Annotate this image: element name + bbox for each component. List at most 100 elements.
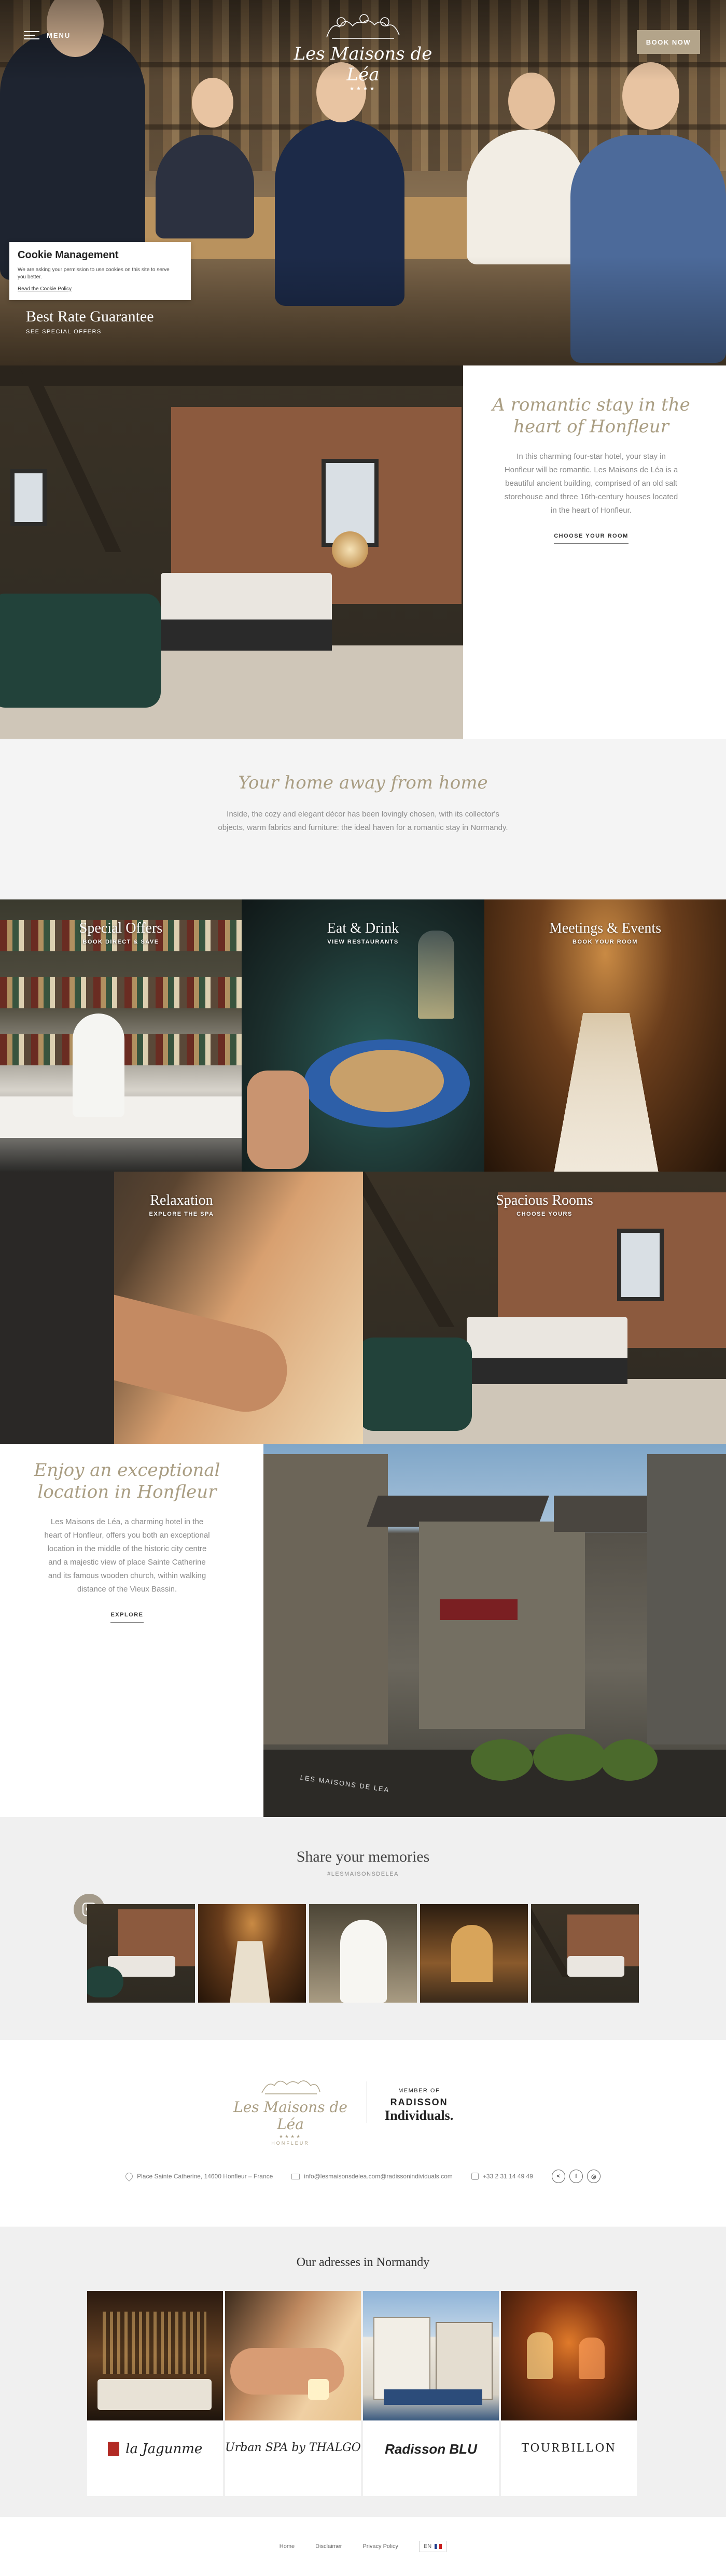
brand-logo: Urban SPA by THALGO — [225, 2441, 361, 2454]
tile-subtitle: CHOOSE YOURS — [516, 1211, 573, 1217]
address-text: Place Sainte Catherine, 14600 Honfleur –… — [137, 2173, 273, 2180]
hand — [247, 1071, 309, 1169]
card-brand: la Jagunme — [125, 2441, 203, 2457]
honfleur-paragraph: Les Maisons de Léa, a charming hotel in … — [44, 1517, 210, 1594]
tile-subtitle: VIEW RESTAURANTS — [327, 939, 399, 945]
cookie-text: We are asking your permission to use coo… — [18, 267, 170, 280]
cookie-banner: Cookie Management We are asking your per… — [9, 242, 191, 300]
card-brand: Urban SPA by THALGO — [225, 2441, 361, 2454]
logo-illustration-icon — [280, 11, 446, 43]
instagram-icon[interactable]: ◎ — [587, 2170, 601, 2183]
location-pin-icon — [124, 2171, 135, 2181]
roof — [554, 1496, 647, 1532]
footer-logo-stars: ★★★★ — [278, 2134, 302, 2139]
footer-home-link[interactable]: Home — [280, 2543, 295, 2550]
honfleur-text: Enjoy an exceptional location in Honfleu… — [31, 1459, 223, 1623]
footer-disclaimer-link[interactable]: Disclaimer — [315, 2543, 342, 2550]
tile-meetings-events[interactable]: Meetings & Events BOOK YOUR ROOM — [484, 899, 726, 1172]
romantic-paragraph: In this charming four-star hotel, your s… — [504, 452, 678, 515]
table — [97, 2379, 212, 2410]
tile-special-offers[interactable]: Special Offers BOOK DIRECT & SAVE — [0, 899, 242, 1172]
la-jagunme-emblem-icon — [107, 2442, 119, 2456]
bedroom-photo — [0, 365, 463, 739]
half-timbered-house — [436, 2322, 493, 2400]
explore-link[interactable]: EXPLORE — [110, 1612, 144, 1623]
banquet-table — [544, 1013, 668, 1172]
instagram-thumbnail[interactable] — [309, 1904, 417, 2003]
hamburger-icon — [24, 31, 39, 39]
tile-title: Eat & Drink — [327, 920, 399, 936]
church-tower — [647, 1454, 726, 1744]
footer-logo-name: Les Maisons de Léa — [233, 2099, 347, 2133]
footer-logo-sub: HONFLEUR — [271, 2141, 310, 2146]
instagram-thumbnail[interactable] — [420, 1904, 528, 2003]
tile-subtitle: BOOK DIRECT & SAVE — [82, 939, 159, 945]
hero-title: Best Rate Guarantee — [26, 308, 154, 325]
logo-illustration-icon — [261, 2080, 320, 2094]
stone-house — [263, 1454, 388, 1744]
address-card[interactable]: la Jagunme — [87, 2291, 223, 2496]
phone-text: +33 2 31 14 49 49 — [482, 2173, 533, 2180]
book-now-button[interactable]: BOOK NOW — [637, 30, 700, 54]
footer-privacy-link[interactable]: Privacy Policy — [362, 2543, 398, 2550]
tile-label: Eat & Drink VIEW RESTAURANTS — [242, 920, 484, 945]
footer-logo[interactable]: Les Maisons de Léa ★★★★ HONFLEUR — [228, 2075, 353, 2146]
address-item[interactable]: Place Sainte Catherine, 14600 Honfleur –… — [124, 2171, 273, 2181]
cookie-policy-link[interactable]: Read the Cookie Policy — [18, 286, 183, 292]
home-paragraph: Inside, the cozy and elegant décor has b… — [218, 810, 508, 832]
brand-section: Les Maisons de Léa ★★★★ HONFLEUR MEMBER … — [0, 2040, 726, 2227]
tile-subtitle: EXPLORE THE SPA — [149, 1211, 214, 1217]
books-row — [0, 977, 242, 1008]
arched-window — [451, 1925, 493, 1982]
tile-label: Meetings & Events BOOK YOUR ROOM — [484, 920, 726, 945]
sofa — [87, 1966, 123, 1997]
share-heading: Share your memories — [296, 1848, 430, 1865]
tile-title: Relaxation — [150, 1192, 213, 1208]
person-in-robe — [340, 1920, 387, 2003]
logo-stars: ★★★★ — [350, 86, 376, 92]
hero-caption[interactable]: Best Rate Guarantee SEE SPECIAL OFFERS — [26, 308, 154, 335]
language-selector[interactable]: EN — [418, 2541, 447, 2552]
instagram-thumbnail[interactable] — [531, 1904, 639, 2003]
share-section: Share your memories #LESMAISONSDELEA — [0, 1817, 726, 2040]
phone-item[interactable]: +33 2 31 14 49 49 — [471, 2173, 533, 2180]
address-card[interactable]: TOURBILLON — [501, 2291, 637, 2496]
tile-spacious-rooms[interactable]: Spacious Rooms CHOOSE YOURS — [363, 1172, 726, 1444]
tile-subtitle: BOOK YOUR ROOM — [573, 939, 638, 945]
email-item[interactable]: info@lesmaisonsdelea.com@radissonindivid… — [291, 2173, 453, 2180]
tree — [471, 1739, 533, 1781]
instagram-thumbnail[interactable] — [198, 1904, 306, 2003]
envelope-icon — [291, 2173, 300, 2179]
bed-base — [467, 1358, 627, 1384]
share-icon[interactable]: < — [551, 2170, 565, 2183]
radisson-member-logo[interactable]: MEMBER OF RADISSON Individuals. — [385, 2088, 453, 2123]
cookie-title: Cookie Management — [18, 249, 119, 261]
hero-subtitle[interactable]: SEE SPECIAL OFFERS — [26, 329, 154, 335]
honfleur-section: Enjoy an exceptional location in Honfleu… — [0, 1444, 726, 1817]
romantic-heading: A romantic stay in the heart of Honfleur — [492, 395, 690, 437]
menu-button[interactable]: MENU — [24, 31, 71, 39]
phone-icon — [471, 2173, 479, 2180]
address-card[interactable]: Urban SPA by THALGO — [225, 2291, 361, 2496]
share-hashtag[interactable]: #LESMAISONSDELEA — [0, 1871, 726, 1877]
tile-title: Spacious Rooms — [496, 1192, 593, 1208]
home-section: Your home away from home Inside, the coz… — [0, 739, 726, 899]
roof-beam — [531, 1904, 571, 1977]
brand-logo: Radisson BLU — [363, 2441, 499, 2457]
individuals-label: Individuals. — [385, 2108, 454, 2123]
instagram-thumbnail[interactable] — [87, 1904, 195, 2003]
honfleur-street-photo: LES MAISONS DE LEA — [263, 1444, 726, 1817]
radisson-label: RADISSON — [390, 2097, 448, 2107]
tile-eat-drink[interactable]: Eat & Drink VIEW RESTAURANTS — [242, 899, 484, 1172]
person-in-robe — [73, 1013, 124, 1117]
cocktail-glass — [579, 2338, 605, 2379]
address-card[interactable]: Radisson BLU — [363, 2291, 499, 2496]
tile-label: Special Offers BOOK DIRECT & SAVE — [0, 920, 242, 945]
site-logo[interactable]: Les Maisons de Léa ★★★★ — [280, 11, 446, 92]
facebook-icon[interactable]: f — [569, 2170, 583, 2183]
choose-room-link[interactable]: CHOOSE YOUR ROOM — [554, 533, 629, 544]
hotel-street-photo — [363, 2291, 499, 2420]
tile-relaxation[interactable]: Relaxation EXPLORE THE SPA — [0, 1172, 363, 1444]
flag-icon — [435, 2544, 442, 2549]
cocktail-bar-photo — [501, 2291, 637, 2420]
